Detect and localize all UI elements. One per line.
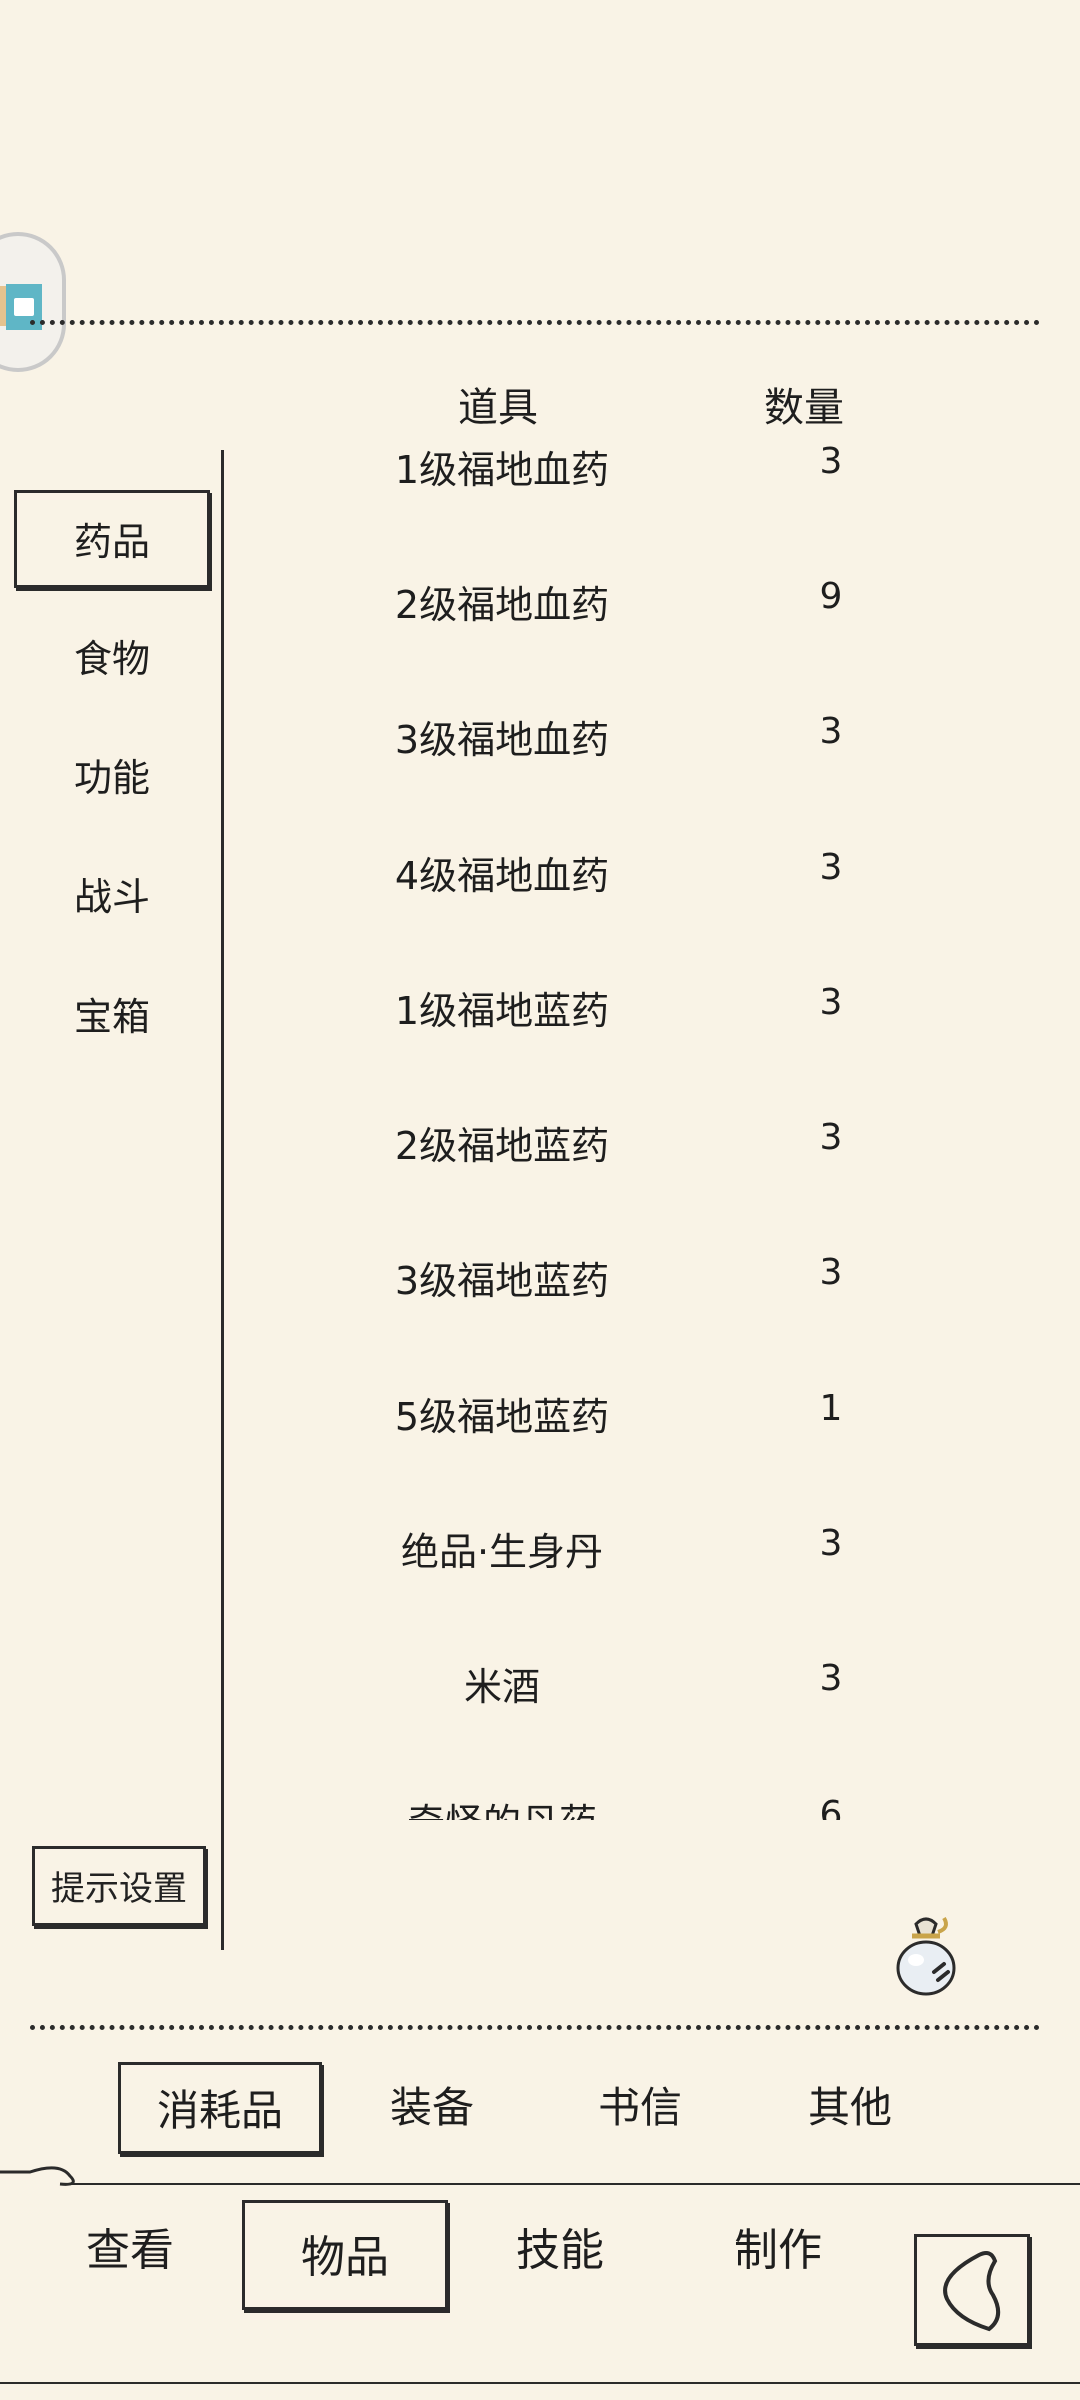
sidebar-item-food[interactable]: 食物 <box>14 610 210 708</box>
top-divider <box>30 320 1040 325</box>
sidebar-item-function[interactable]: 功能 <box>14 729 210 827</box>
item-name: 2级福地蓝药 <box>394 1124 610 1168</box>
item-name: 奇怪的丹药 <box>226 1792 778 1820</box>
item-name: 绝品·生身丹 <box>400 1530 604 1574</box>
item-quantity: 3 <box>819 1252 843 1293</box>
item-quantity: 1 <box>819 1388 843 1429</box>
back-button[interactable] <box>914 2234 1030 2346</box>
loot-bag-icon[interactable] <box>886 1910 966 2000</box>
item-quantity: 6 <box>819 1794 843 1820</box>
item-quantity: 3 <box>819 1523 843 1564</box>
nav-view[interactable]: 查看 <box>46 2196 214 2306</box>
list-item[interactable]: 米酒 3 <box>226 1612 1080 1747</box>
list-item[interactable]: 3级福地蓝药 3 <box>226 1206 1080 1341</box>
back-arrow-icon <box>943 2251 1001 2332</box>
inventory-screen: 道具 数量 药品 食物 功能 战斗 宝箱 提示设置 1级福地血药 3 2级福地血… <box>0 0 1080 2400</box>
column-header-item: 道具 <box>458 385 538 431</box>
list-item[interactable]: 4级福地血药 3 <box>226 801 1080 936</box>
bottom-border <box>0 2382 1080 2384</box>
hint-settings-button[interactable]: 提示设置 <box>32 1846 206 1926</box>
item-quantity: 3 <box>819 1658 843 1699</box>
sidebar-item-battle[interactable]: 战斗 <box>14 848 210 946</box>
item-quantity: 3 <box>819 1117 843 1158</box>
list-item[interactable]: 1级福地血药 3 <box>226 440 1080 530</box>
item-list[interactable]: 1级福地血药 3 2级福地血药 9 3级福地血药 3 4级福地血药 3 1级福地… <box>226 440 1080 1820</box>
item-name: 5级福地蓝药 <box>394 1395 610 1439</box>
item-name: 米酒 <box>463 1665 540 1709</box>
item-name: 3级福地血药 <box>394 718 610 762</box>
sidebar-item-medicine[interactable]: 药品 <box>14 490 210 588</box>
list-item[interactable]: 1级福地蓝药 3 <box>226 936 1080 1071</box>
list-item[interactable]: 2级福地蓝药 3 <box>226 1071 1080 1206</box>
column-header-quantity: 数量 <box>764 385 844 431</box>
item-name: 1级福地蓝药 <box>394 989 610 1033</box>
item-name: 2级福地血药 <box>394 583 610 627</box>
item-name: 3级福地蓝药 <box>394 1259 610 1303</box>
character-avatar-icon[interactable] <box>0 232 66 372</box>
nav-items[interactable]: 物品 <box>242 2200 448 2310</box>
item-name: 1级福地血药 <box>394 448 610 492</box>
tab-equipment[interactable]: 装备 <box>352 2062 512 2154</box>
item-quantity: 3 <box>819 441 843 482</box>
item-name: 4级福地血药 <box>394 854 610 898</box>
tab-letters[interactable]: 书信 <box>560 2062 720 2154</box>
list-item[interactable]: 绝品·生身丹 3 <box>226 1477 1080 1612</box>
list-item[interactable]: 2级福地血药 9 <box>226 530 1080 665</box>
bottom-divider <box>30 2025 1040 2030</box>
item-quantity: 3 <box>819 711 843 752</box>
item-quantity: 3 <box>819 982 843 1023</box>
list-item[interactable]: 5级福地蓝药 1 <box>226 1342 1080 1477</box>
nav-skills[interactable]: 技能 <box>476 2196 644 2306</box>
item-quantity: 9 <box>819 576 843 617</box>
item-quantity: 3 <box>819 847 843 888</box>
sidebar-item-chest[interactable]: 宝箱 <box>14 968 210 1066</box>
tab-consumables[interactable]: 消耗品 <box>118 2062 322 2154</box>
list-item[interactable]: 3级福地血药 3 <box>226 665 1080 800</box>
list-item[interactable]: 奇怪的丹药 6 <box>226 1748 1080 1820</box>
tab-other[interactable]: 其他 <box>770 2062 930 2154</box>
nav-craft[interactable]: 制作 <box>694 2196 862 2306</box>
brush-divider <box>0 2166 1080 2186</box>
sidebar-divider <box>221 450 224 1950</box>
